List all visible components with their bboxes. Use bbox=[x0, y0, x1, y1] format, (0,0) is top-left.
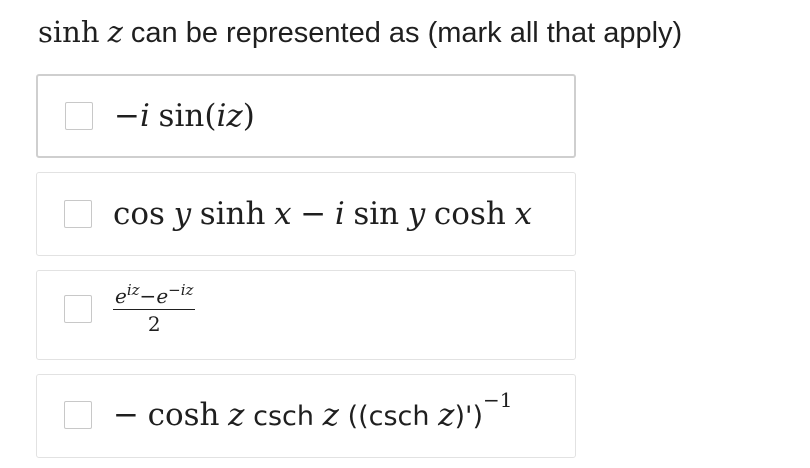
option-c[interactable]: eiz−e−iz 2 bbox=[36, 270, 576, 360]
option-b-checkbox[interactable] bbox=[64, 200, 92, 228]
option-d[interactable]: − cosh z csch z ((csch z)')−1 bbox=[36, 374, 576, 458]
option-c-label: eiz−e−iz 2 bbox=[113, 281, 196, 336]
option-a-label: −i sin(iz) bbox=[114, 98, 255, 134]
option-d-checkbox[interactable] bbox=[64, 401, 92, 429]
option-b[interactable]: cos y sinh x − i sin y cosh x bbox=[36, 172, 576, 256]
question-var: z bbox=[107, 15, 123, 49]
fraction: eiz−e−iz 2 bbox=[113, 281, 196, 336]
option-a[interactable]: −i sin(iz) bbox=[36, 74, 576, 158]
fraction-numerator: eiz−e−iz bbox=[113, 281, 196, 310]
option-a-checkbox[interactable] bbox=[65, 102, 93, 130]
fraction-denominator: 2 bbox=[147, 312, 161, 336]
question-text: can be represented as (mark all that app… bbox=[130, 17, 683, 49]
option-d-label: − cosh z csch z ((csch z)')−1 bbox=[113, 388, 513, 433]
option-b-label: cos y sinh x − i sin y cosh x bbox=[113, 196, 532, 232]
question-prompt: sinh z can be represented as (mark all t… bbox=[38, 12, 682, 53]
question-func: sinh bbox=[38, 15, 100, 49]
option-c-checkbox[interactable] bbox=[64, 295, 92, 323]
